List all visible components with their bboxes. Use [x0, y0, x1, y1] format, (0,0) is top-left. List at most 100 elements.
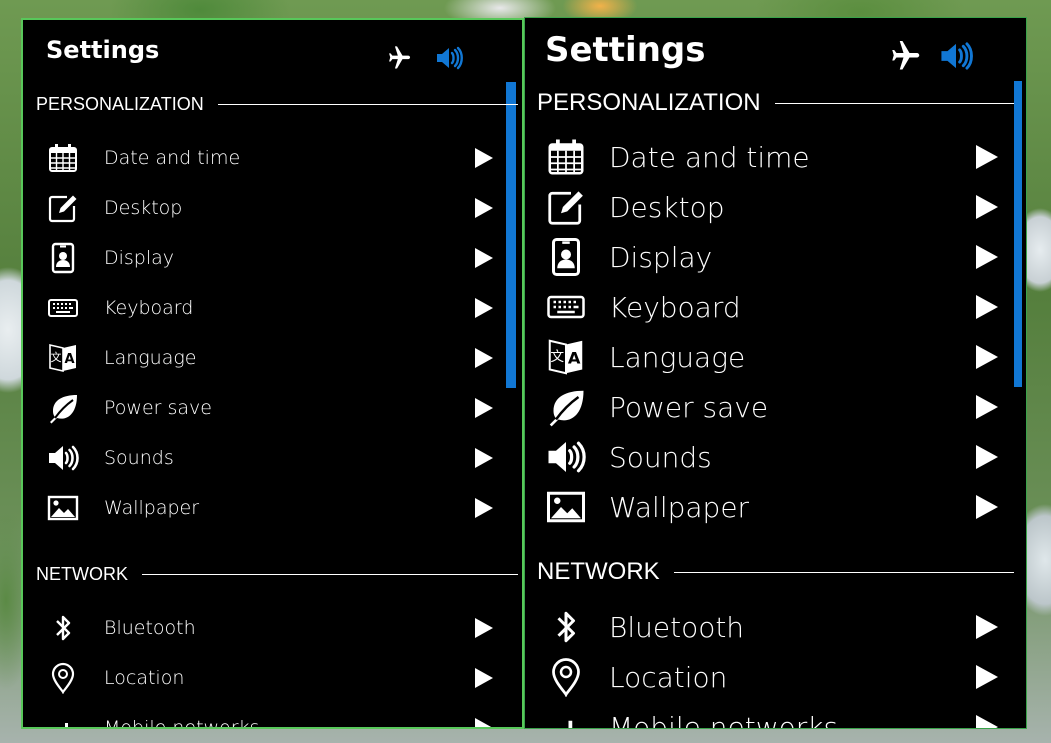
chevron-right-icon — [475, 298, 493, 318]
settings-item-label: Keyboard — [609, 290, 741, 324]
svg-text:文: 文 — [51, 350, 62, 364]
svg-text:A: A — [64, 352, 74, 367]
page-title: Settings — [545, 30, 706, 70]
chevron-right-icon — [475, 248, 493, 268]
settings-item-keyboard[interactable]: Keyboard — [23, 283, 522, 333]
signal-bars-icon — [543, 704, 589, 728]
chevron-right-icon — [475, 148, 493, 168]
settings-item-date-and-time[interactable]: Date and time — [23, 133, 522, 183]
chevron-right-icon — [976, 665, 998, 689]
keyboard-icon — [43, 288, 83, 328]
settings-item-label: Date and time — [609, 140, 810, 174]
speaker-icon — [543, 434, 589, 480]
settings-item-keyboard[interactable]: Keyboard — [525, 282, 1026, 332]
settings-item-label: Desktop — [104, 197, 183, 219]
settings-item-sounds[interactable]: Sounds — [23, 433, 522, 483]
settings-item-mobile-networks[interactable]: Mobile networks — [525, 702, 1026, 729]
settings-item-power-save[interactable]: Power save — [525, 382, 1026, 432]
settings-item-label: Location — [104, 667, 185, 689]
page-title: Settings — [46, 36, 160, 64]
bluetooth-icon — [43, 608, 83, 648]
chevron-right-icon — [976, 495, 998, 519]
settings-item-label: Bluetooth — [104, 617, 196, 639]
airplane-icon[interactable] — [887, 38, 923, 74]
divider — [217, 104, 518, 105]
section-header-personalization: PERSONALIZATION — [525, 89, 1026, 117]
settings-item-power-save[interactable]: Power save — [23, 383, 522, 433]
svg-text:A: A — [568, 348, 581, 367]
edit-icon — [43, 188, 83, 228]
settings-item-language[interactable]: 文A Language — [525, 332, 1026, 382]
bluetooth-icon — [543, 604, 589, 650]
settings-item-display[interactable]: Display — [23, 233, 522, 283]
settings-panel-small: Settings PERSONALIZATION Date and time D… — [21, 18, 524, 729]
chevron-right-icon — [976, 295, 998, 319]
settings-item-label: Sounds — [609, 440, 712, 474]
settings-item-label: Mobile networks — [609, 710, 839, 729]
settings-item-location[interactable]: Location — [525, 652, 1026, 702]
chevron-right-icon — [475, 498, 493, 518]
settings-item-label: Date and time — [104, 147, 241, 169]
language-icon: 文A — [543, 334, 589, 380]
chevron-right-icon — [976, 195, 998, 219]
settings-item-label: Location — [609, 660, 728, 694]
location-pin-icon — [543, 654, 589, 700]
settings-item-label: Sounds — [104, 447, 174, 469]
settings-item-sounds[interactable]: Sounds — [525, 432, 1026, 482]
chevron-right-icon — [475, 198, 493, 218]
section-header-network: NETWORK — [525, 558, 1026, 586]
location-pin-icon — [43, 658, 83, 698]
image-icon — [43, 488, 83, 528]
chevron-right-icon — [976, 395, 998, 419]
settings-item-label: Mobile networks — [104, 717, 260, 729]
settings-item-label: Language — [104, 347, 197, 369]
settings-item-date-and-time[interactable]: Date and time — [525, 132, 1026, 182]
chevron-right-icon — [475, 718, 493, 727]
chevron-right-icon — [475, 348, 493, 368]
display-icon — [543, 234, 589, 280]
settings-item-desktop[interactable]: Desktop — [525, 182, 1026, 232]
settings-item-bluetooth[interactable]: Bluetooth — [23, 603, 522, 653]
settings-item-label: Keyboard — [104, 297, 194, 319]
leaf-icon — [543, 384, 589, 430]
settings-item-mobile-networks[interactable]: Mobile networks — [23, 703, 522, 729]
svg-text:文: 文 — [550, 349, 564, 365]
settings-item-label: Wallpaper — [609, 490, 750, 524]
chevron-right-icon — [976, 345, 998, 369]
airplane-icon[interactable] — [385, 44, 413, 72]
section-header-personalization: PERSONALIZATION — [23, 94, 522, 115]
settings-item-label: Desktop — [609, 190, 725, 224]
chevron-right-icon — [475, 668, 493, 688]
chevron-right-icon — [976, 615, 998, 639]
settings-item-language[interactable]: 文A Language — [23, 333, 522, 383]
leaf-icon — [43, 388, 83, 428]
settings-item-label: Wallpaper — [104, 497, 200, 519]
divider — [673, 571, 1014, 573]
chevron-right-icon — [475, 398, 493, 418]
settings-item-wallpaper[interactable]: Wallpaper — [23, 483, 522, 533]
display-icon — [43, 238, 83, 278]
section-title: NETWORK — [36, 564, 128, 584]
language-icon: 文A — [43, 338, 83, 378]
settings-panel-large: Settings PERSONALIZATION Date and time D… — [524, 17, 1027, 729]
volume-icon[interactable] — [435, 45, 463, 71]
settings-item-wallpaper[interactable]: Wallpaper — [525, 482, 1026, 532]
section-title: PERSONALIZATION — [36, 94, 204, 114]
section-title: NETWORK — [537, 558, 660, 585]
settings-item-label: Display — [609, 240, 713, 274]
settings-item-display[interactable]: Display — [525, 232, 1026, 282]
volume-icon[interactable] — [939, 40, 973, 72]
settings-item-desktop[interactable]: Desktop — [23, 183, 522, 233]
edit-icon — [543, 184, 589, 230]
divider — [774, 102, 1014, 104]
section-title: PERSONALIZATION — [537, 89, 761, 116]
settings-item-bluetooth[interactable]: Bluetooth — [525, 602, 1026, 652]
settings-item-label: Power save — [609, 390, 769, 424]
calendar-icon — [43, 138, 83, 178]
settings-item-label: Language — [609, 340, 746, 374]
speaker-icon — [43, 438, 83, 478]
section-header-network: NETWORK — [23, 564, 522, 585]
settings-item-location[interactable]: Location — [23, 653, 522, 703]
settings-item-label: Display — [104, 247, 175, 269]
signal-bars-icon — [43, 708, 83, 727]
